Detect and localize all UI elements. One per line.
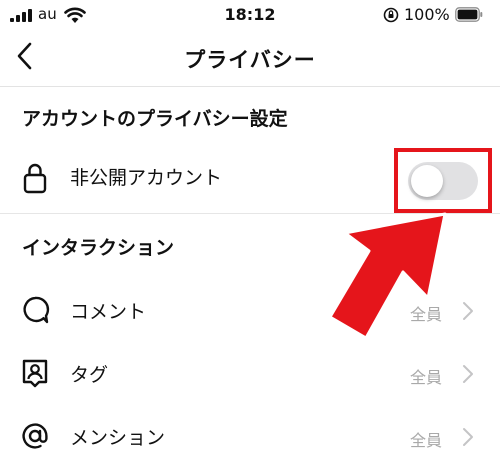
lock-icon [23, 163, 47, 194]
interaction-value-comments: 全員 [409, 305, 442, 324]
interaction-value-tags: 全員 [409, 368, 442, 387]
toggle-knob [411, 165, 443, 197]
interaction-row-mentions[interactable]: メンション 全員 [0, 408, 500, 464]
chevron-right-icon [463, 302, 473, 320]
battery-icon [455, 7, 483, 22]
mention-at-icon [22, 423, 48, 449]
chevron-right-icon [463, 428, 473, 446]
interaction-label-mentions: メンション [70, 427, 166, 449]
privacy-settings-screen: au 18:12 100% プライバシー アカウントのプライバシー設定 非公開ア… [0, 0, 500, 470]
page-title: プライバシー [184, 48, 316, 72]
section-divider [0, 213, 500, 214]
interaction-row-tags[interactable]: タグ 全員 [0, 345, 500, 401]
private-account-toggle[interactable] [408, 162, 478, 200]
interaction-label-comments: コメント [70, 301, 147, 323]
orientation-lock-icon [383, 7, 399, 23]
navigation-bar: プライバシー [0, 30, 500, 87]
status-bar: au 18:12 100% [0, 0, 500, 30]
section-header-account-privacy: アカウントのプライバシー設定 [22, 108, 288, 130]
interaction-row-comments[interactable]: コメント 全員 [0, 282, 500, 338]
battery-percent: 100% [404, 5, 450, 24]
section-header-interactions: インタラクション [22, 237, 175, 259]
comment-icon [23, 296, 50, 324]
chevron-right-icon [463, 365, 473, 383]
interaction-value-mentions: 全員 [409, 431, 442, 450]
interaction-label-tags: タグ [70, 364, 109, 386]
tag-person-icon [22, 359, 48, 388]
private-account-label: 非公開アカウント [70, 167, 223, 189]
